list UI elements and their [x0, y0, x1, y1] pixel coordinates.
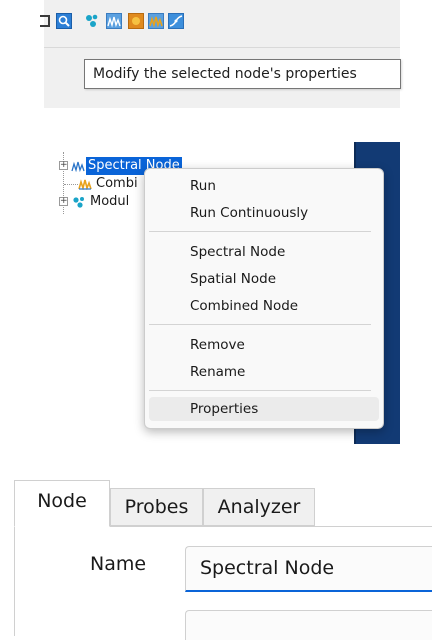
tree-panel: + Spectral Node Combi + Modul Run Run Co… — [52, 142, 400, 444]
spatial-node-icon[interactable] — [128, 13, 144, 29]
tree-label: Modul — [90, 194, 130, 209]
name-field[interactable]: Spectral Node — [185, 546, 432, 592]
properties-panel: Node Probes Analyzer Name Spectral Node — [14, 476, 432, 640]
menu-item-remove[interactable]: Remove — [149, 333, 379, 357]
node-properties-icon[interactable] — [56, 13, 72, 29]
context-menu: Run Run Continuously Spectral Node Spati… — [144, 168, 384, 429]
menu-item-rename[interactable]: Rename — [149, 360, 379, 384]
tree-label: Combi — [96, 176, 138, 191]
partial-window-icon[interactable] — [40, 13, 52, 29]
spectral-node-icon[interactable] — [106, 13, 122, 29]
module-node-icon[interactable] — [84, 13, 100, 29]
toolbar-separator — [44, 47, 400, 48]
secondary-field[interactable] — [185, 610, 432, 640]
toolbar-panel: Modify the selected node's properties — [40, 0, 401, 108]
menu-item-run-continuously[interactable]: Run Continuously — [149, 201, 379, 225]
menu-item-spectral-node[interactable]: Spectral Node — [149, 240, 379, 264]
spectral-node-icon — [71, 161, 85, 172]
module-node-icon — [73, 197, 84, 208]
tab-node[interactable]: Node — [14, 480, 110, 527]
name-label: Name — [90, 553, 147, 575]
menu-separator — [149, 231, 371, 232]
menu-item-properties[interactable]: Properties — [149, 397, 379, 421]
combined-node-icon[interactable] — [148, 13, 164, 29]
tab-probes[interactable]: Probes — [110, 488, 203, 526]
tab-analyzer[interactable]: Analyzer — [203, 488, 315, 526]
tooltip: Modify the selected node's properties — [84, 59, 401, 89]
menu-separator — [149, 324, 371, 325]
menu-item-spatial-node[interactable]: Spatial Node — [149, 267, 379, 291]
expand-icon[interactable]: + — [59, 161, 68, 170]
menu-separator — [149, 390, 371, 391]
expand-icon[interactable]: + — [59, 197, 68, 206]
menu-item-run[interactable]: Run — [149, 174, 379, 198]
combined-node-icon — [78, 179, 92, 190]
menu-item-combined-node[interactable]: Combined Node — [149, 294, 379, 318]
curve-edit-icon[interactable] — [168, 13, 184, 29]
